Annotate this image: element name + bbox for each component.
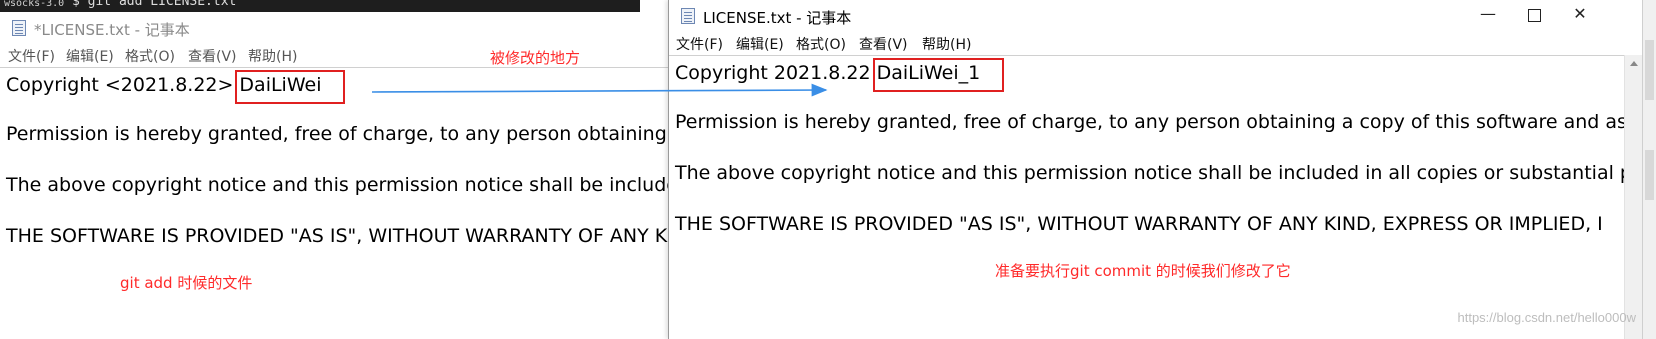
annotation-modified-place: 被修改的地方 xyxy=(490,49,581,67)
watermark: https://blog.csdn.net/hello000w xyxy=(1457,310,1636,325)
annotation-git-add-file: git add 时候的文件 xyxy=(120,274,253,292)
annotation-before-commit: 准备要执行git commit 的时候我们修改了它 xyxy=(995,262,1291,280)
